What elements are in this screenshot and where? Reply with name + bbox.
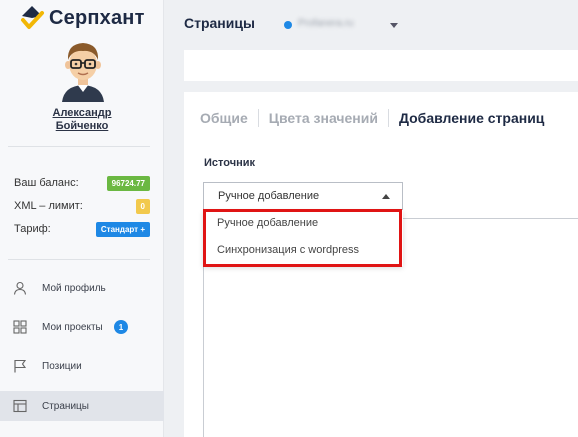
highlight-annotation — [203, 209, 402, 267]
tariff-row: Тариф: Стандарт + — [14, 221, 150, 237]
source-select-value: Ручное добавление — [218, 190, 320, 202]
xml-limit-row: XML – лимит: 0 — [14, 198, 150, 214]
sidebar-item-positions[interactable]: Позиции — [0, 351, 164, 381]
source-label: Источник — [204, 157, 256, 169]
chevron-down-icon[interactable] — [390, 23, 398, 28]
chevron-up-icon — [382, 194, 390, 199]
user-icon — [13, 281, 27, 295]
divider — [8, 259, 150, 260]
balance-row: Ваш баланс: 96724.77 — [14, 175, 150, 191]
sidebar-item-label: Мой профиль — [42, 282, 106, 294]
user-first-name: Александр — [52, 107, 112, 119]
balance-label: Ваш баланс: — [14, 177, 79, 189]
sidebar: Серпхант Александр Бойченко Ваш баланс: … — [0, 0, 164, 437]
tab-value-colors[interactable]: Цвета значений — [269, 110, 378, 126]
tab-divider — [387, 109, 389, 127]
tab-bar: Общие Цвета значений Добавление страниц — [200, 108, 544, 128]
avatar[interactable] — [54, 38, 112, 102]
source-select[interactable]: Ручное добавление — [203, 182, 403, 210]
sidebar-item-label: Страницы — [42, 400, 89, 412]
sidebar-item-label: Позиции — [42, 360, 82, 372]
sidebar-item-pages[interactable]: Страницы — [0, 391, 164, 421]
divider — [8, 146, 150, 147]
tab-add-pages[interactable]: Добавление страниц — [399, 110, 544, 126]
grid-icon — [13, 320, 27, 334]
tariff-badge[interactable]: Стандарт + — [95, 221, 150, 237]
tab-general[interactable]: Общие — [200, 110, 248, 126]
logo-mark-icon — [21, 6, 44, 29]
tariff-label: Тариф: — [14, 223, 51, 235]
site-selector-value[interactable]: Profanera.ru — [298, 18, 354, 29]
balance-badge: 96724.77 — [106, 175, 150, 191]
flag-icon — [14, 359, 27, 373]
top-panel — [184, 50, 578, 81]
user-last-name: Бойченко — [55, 120, 109, 132]
brand-name: Серпхант — [49, 6, 145, 29]
user-name-link[interactable]: Александр Бойченко — [0, 107, 164, 133]
sidebar-item-projects[interactable]: Мои проекты 1 — [0, 312, 164, 342]
layout-icon — [13, 399, 27, 413]
tab-divider — [257, 109, 259, 127]
page-title: Страницы — [184, 15, 255, 31]
site-status-dot — [284, 21, 292, 29]
projects-count-badge: 1 — [114, 320, 128, 334]
sidebar-item-profile[interactable]: Мой профиль — [0, 273, 164, 303]
sidebar-item-label: Мои проекты — [42, 321, 103, 333]
xml-limit-badge: 0 — [135, 198, 150, 214]
logo[interactable]: Серпхант — [18, 4, 145, 32]
xml-limit-label: XML – лимит: — [14, 200, 83, 212]
